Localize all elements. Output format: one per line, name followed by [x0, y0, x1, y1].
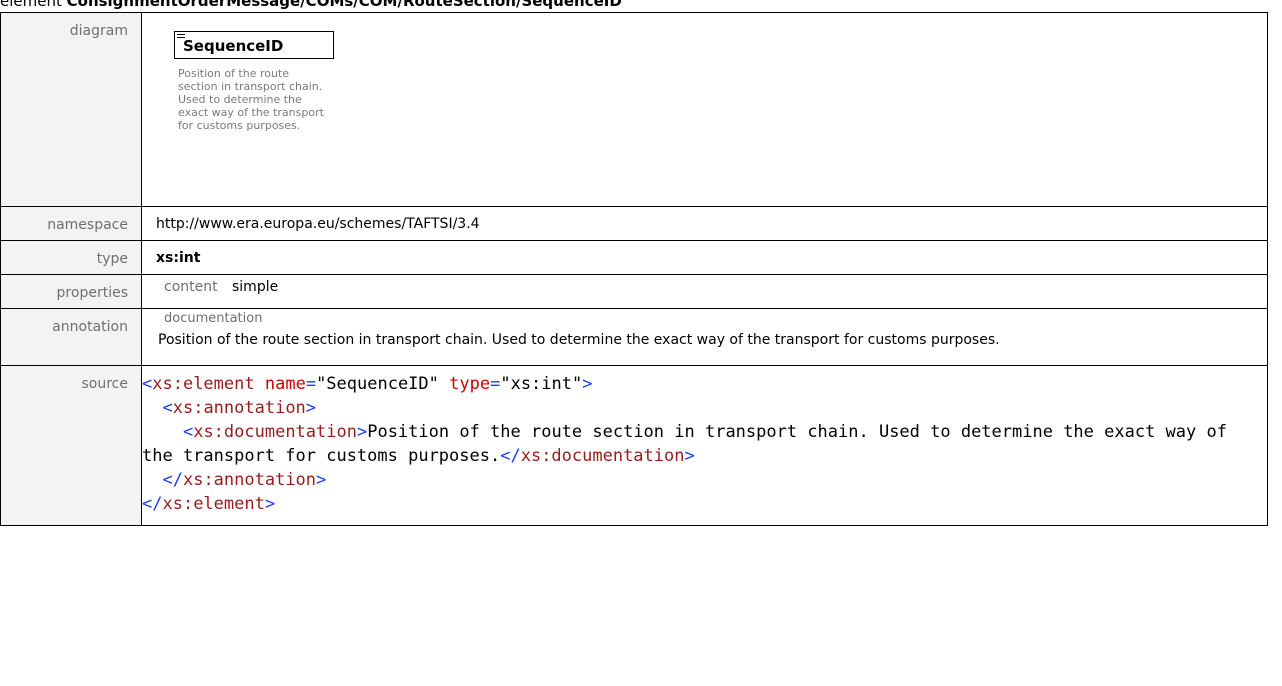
diagram-element-box[interactable]: SequenceID	[174, 31, 334, 59]
src-close-tag: xs:element	[162, 494, 265, 514]
element-properties-table: diagram SequenceID Position of the route…	[0, 12, 1268, 526]
type-value[interactable]: xs:int	[142, 241, 1267, 266]
src-documentation-close: xs:documentation	[520, 446, 685, 466]
property-value: simple	[232, 279, 279, 295]
element-diagram[interactable]: SequenceID	[174, 31, 338, 63]
src-attr-type: type	[449, 374, 491, 394]
src-attr-type-value: "xs:int"	[500, 374, 583, 394]
namespace-label: namespace	[0, 206, 142, 241]
properties-row: properties content simple	[0, 274, 1268, 309]
type-row: type xs:int	[0, 240, 1268, 275]
src-annotation-open: xs:annotation	[172, 398, 306, 418]
src-annotation-close: xs:annotation	[182, 470, 317, 490]
source-code: <xs:element name="SequenceID" type="xs:i…	[142, 374, 1238, 514]
namespace-value: http://www.era.europa.eu/schemes/TAFTSI/…	[156, 216, 480, 232]
type-label: type	[0, 240, 142, 275]
namespace-row: namespace http://www.era.europa.eu/schem…	[0, 206, 1268, 241]
element-path: ConsignmentOrderMessage/COMs/COM/RouteSe…	[66, 0, 622, 10]
src-attr-name-value: "SequenceID"	[316, 374, 439, 394]
diagram-cell: SequenceID Position of the route section…	[141, 12, 1268, 207]
diagram-label: diagram	[0, 12, 142, 207]
documentation-icon	[177, 34, 185, 41]
element-heading: element ConsignmentOrderMessage/COMs/COM…	[0, 0, 1282, 10]
properties-label: properties	[0, 274, 142, 309]
heading-prefix: element	[0, 0, 67, 10]
property-key: content	[164, 279, 218, 295]
src-open-tag: xs:element	[152, 374, 255, 394]
src-attr-name: name	[264, 374, 306, 394]
property-content: content simple	[142, 275, 1267, 295]
annotation-label: annotation	[0, 308, 142, 366]
annotation-text: Position of the route section in transpo…	[158, 332, 1000, 348]
src-documentation-open: xs:documentation	[193, 422, 357, 442]
annotation-row: annotation documentation Position of the…	[0, 308, 1268, 366]
diagram-element-name: SequenceID	[183, 37, 284, 55]
source-row: source <xs:element name="SequenceID" typ…	[0, 365, 1268, 526]
diagram-row: diagram SequenceID Position of the route…	[0, 12, 1268, 207]
source-label: source	[0, 365, 142, 526]
diagram-note: Position of the route section in transpo…	[178, 67, 324, 132]
annotation-key: documentation	[164, 311, 263, 326]
